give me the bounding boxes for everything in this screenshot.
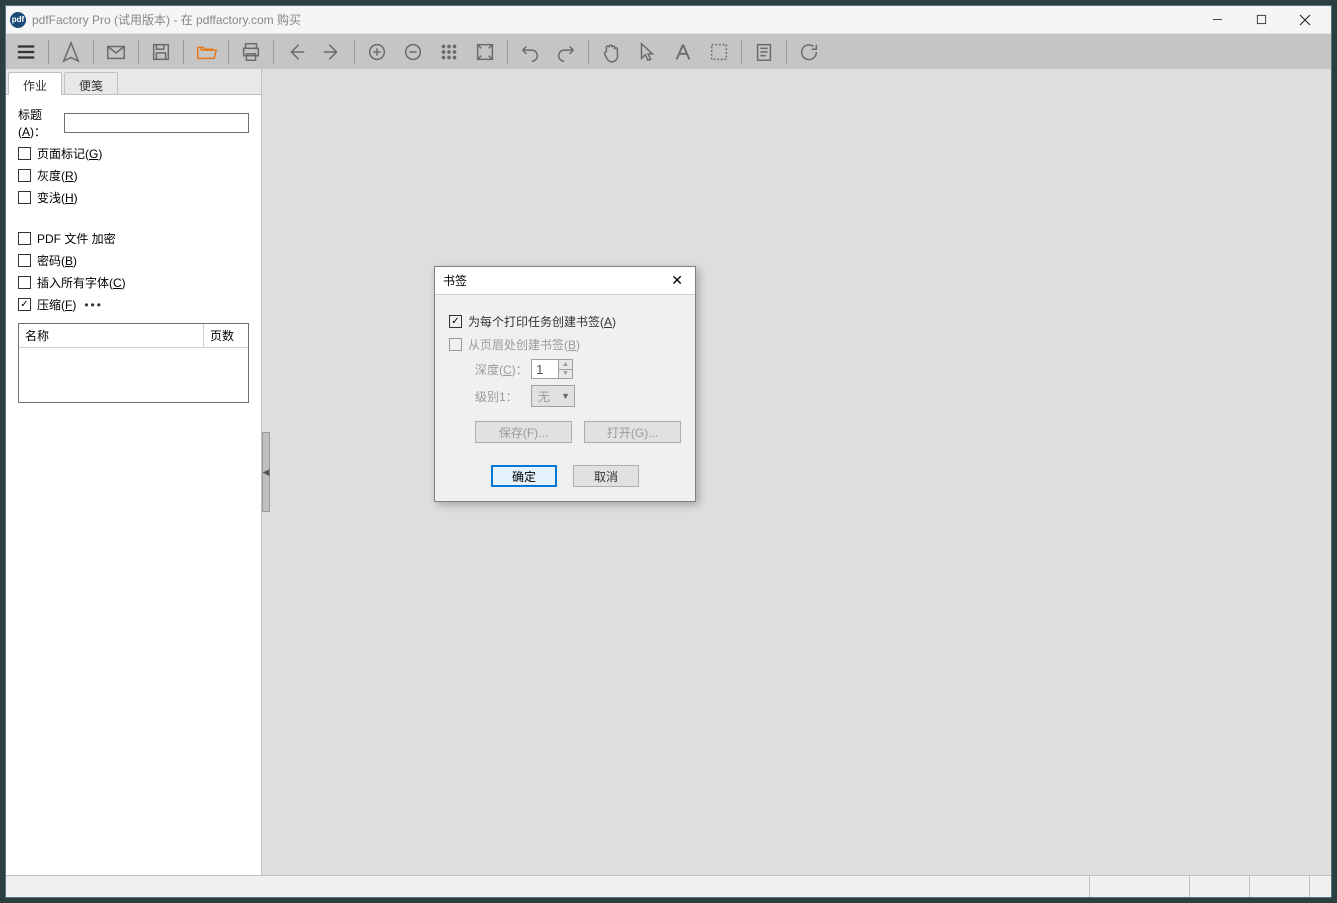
undo-icon[interactable] (512, 37, 548, 67)
bookmark-per-job-label: 为每个打印任务创建书签(A) (468, 313, 616, 330)
toolbar (6, 34, 1331, 69)
pdf-encrypt-checkbox[interactable] (18, 232, 31, 245)
bookmark-per-job-checkbox[interactable] (449, 315, 462, 328)
zoom-in-icon[interactable] (359, 37, 395, 67)
refresh-icon[interactable] (791, 37, 827, 67)
level-value: 无 (538, 388, 550, 405)
bookmark-from-header-label: 从页眉处创建书签(B) (468, 336, 580, 353)
embed-fonts-label: 插入所有字体(C) (37, 274, 126, 291)
list-header: 名称 页数 (19, 324, 248, 348)
left-panel: 作业 便笺 标题(A)： 页面标记(G) 灰度(R) 变浅(H) PDF 文件 … (6, 69, 262, 875)
page-mark-checkbox[interactable] (18, 147, 31, 160)
col-pages[interactable]: 页数 (204, 324, 248, 347)
forward-icon[interactable] (314, 37, 350, 67)
depth-spinner[interactable]: ▲▼ (531, 359, 573, 379)
text-icon[interactable] (665, 37, 701, 67)
status-cell-1 (1089, 876, 1189, 897)
pdf-icon[interactable] (53, 37, 89, 67)
fade-label: 变浅(H) (37, 189, 78, 206)
statusbar (6, 875, 1331, 897)
spin-down-icon[interactable]: ▼ (559, 369, 573, 380)
embed-fonts-checkbox[interactable] (18, 276, 31, 289)
resize-grip[interactable] (1309, 876, 1331, 897)
dialog-title: 书签 (443, 272, 467, 289)
preview-canvas[interactable] (270, 69, 1331, 875)
depth-label: 深度(C)： (475, 361, 531, 378)
menu-icon[interactable] (8, 37, 44, 67)
open-icon[interactable] (188, 37, 224, 67)
bookmark-dialog: 书签 ✕ 为每个打印任务创建书签(A) 从页眉处创建书签(B) 深度(C)： ▲… (434, 266, 696, 502)
dialog-titlebar[interactable]: 书签 ✕ (435, 267, 695, 295)
tab-job[interactable]: 作业 (8, 72, 62, 95)
compress-checkbox[interactable] (18, 298, 31, 311)
splitter[interactable]: ◀ (262, 69, 270, 875)
note-icon[interactable] (746, 37, 782, 67)
level-select[interactable]: 无 ▼ (531, 385, 575, 407)
compress-options-button[interactable]: ••• (84, 298, 103, 312)
pdf-encrypt-label: PDF 文件 加密 (37, 230, 116, 247)
password-label: 密码(B) (37, 252, 77, 269)
title-label: 标题(A)： (18, 106, 60, 140)
window-title: pdfFactory Pro (试用版本) - 在 pdffactory.com… (32, 11, 1195, 28)
splitter-grip-icon[interactable]: ◀ (262, 432, 270, 512)
app-icon: pdf (10, 12, 26, 28)
print-icon[interactable] (233, 37, 269, 67)
status-cell-2 (1189, 876, 1249, 897)
content-area: 作业 便笺 标题(A)： 页面标记(G) 灰度(R) 变浅(H) PDF 文件 … (6, 69, 1331, 875)
page-mark-label: 页面标记(G) (37, 145, 102, 162)
zoom-out-icon[interactable] (395, 37, 431, 67)
grayscale-checkbox[interactable] (18, 169, 31, 182)
cancel-button[interactable]: 取消 (573, 465, 639, 487)
titlebar: pdf pdfFactory Pro (试用版本) - 在 pdffactory… (6, 6, 1331, 34)
save-icon[interactable] (143, 37, 179, 67)
mail-icon[interactable] (98, 37, 134, 67)
dialog-open-button[interactable]: 打开(G)... (584, 421, 681, 443)
compress-label: 压缩(F) (37, 296, 76, 313)
status-cell-3 (1249, 876, 1309, 897)
tab-note[interactable]: 便笺 (64, 72, 118, 94)
back-icon[interactable] (278, 37, 314, 67)
level-label: 级别1： (475, 388, 531, 405)
grayscale-label: 灰度(R) (37, 167, 78, 184)
spin-up-icon[interactable]: ▲ (559, 359, 573, 369)
maximize-button[interactable] (1239, 6, 1283, 34)
title-input[interactable] (64, 113, 249, 133)
dialog-save-button[interactable]: 保存(F)... (475, 421, 572, 443)
app-window: pdf pdfFactory Pro (试用版本) - 在 pdffactory… (5, 5, 1332, 898)
redo-icon[interactable] (548, 37, 584, 67)
chevron-down-icon: ▼ (561, 391, 570, 401)
depth-input[interactable] (531, 359, 559, 379)
fade-checkbox[interactable] (18, 191, 31, 204)
panel-tabs: 作业 便笺 (6, 69, 261, 95)
bookmark-from-header-checkbox[interactable] (449, 338, 462, 351)
job-list[interactable]: 名称 页数 (18, 323, 249, 403)
password-checkbox[interactable] (18, 254, 31, 267)
ok-button[interactable]: 确定 (491, 465, 557, 487)
dialog-close-icon[interactable]: ✕ (667, 272, 687, 289)
col-name[interactable]: 名称 (19, 324, 204, 347)
close-button[interactable] (1283, 6, 1327, 34)
select-rect-icon[interactable] (701, 37, 737, 67)
grid-icon[interactable] (431, 37, 467, 67)
fit-icon[interactable] (467, 37, 503, 67)
pointer-icon[interactable] (629, 37, 665, 67)
minimize-button[interactable] (1195, 6, 1239, 34)
hand-icon[interactable] (593, 37, 629, 67)
